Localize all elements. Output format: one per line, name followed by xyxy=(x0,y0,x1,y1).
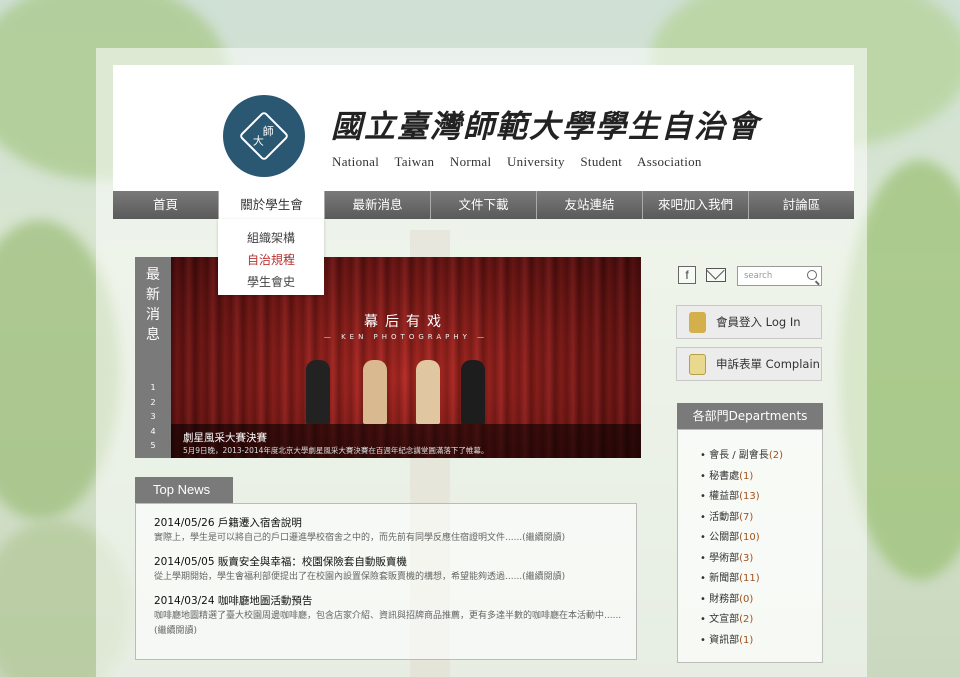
performer-figure xyxy=(461,360,485,424)
nav-item-about[interactable]: 關於學生會 xyxy=(218,191,324,219)
department-item[interactable]: • 權益部(13) xyxy=(700,487,822,508)
news-headline[interactable]: 2014/05/05 販賣安全與幸福：校園保險套自動販賣機 xyxy=(154,555,636,570)
site-title-chinese: 國立臺灣師範大學學生自治會 xyxy=(331,109,760,145)
slide-caption: 劇星風采大賽決賽 5月9日晚，2013-2014年度北京大學劇星風采大賽決賽在百… xyxy=(171,424,641,458)
nav-item-news[interactable]: 最新消息 xyxy=(324,191,430,219)
department-item[interactable]: • 秘書處(1) xyxy=(700,467,822,488)
slide-image-title: 幕后有戏 xyxy=(364,314,448,330)
search-input[interactable]: search xyxy=(737,266,822,286)
department-item[interactable]: • 活動部(7) xyxy=(700,508,822,529)
complain-label: 申訴表單 Complain xyxy=(716,357,820,371)
search-icon[interactable] xyxy=(807,270,817,280)
news-headline[interactable]: 2014/05/26 戶籍遷入宿舍說明 xyxy=(154,516,636,531)
document-icon xyxy=(689,353,706,375)
slider-page-4[interactable]: 4 xyxy=(135,425,171,440)
login-button[interactable]: 會員登入 Log In xyxy=(676,305,822,339)
slider-page-3[interactable]: 3 xyxy=(135,410,171,425)
facebook-icon[interactable]: f xyxy=(678,266,696,284)
dropdown-item-history[interactable]: 學生會史 xyxy=(218,271,324,293)
news-summary: 實際上，學生是可以將自己的戶口遷進學校宿舍之中的，而先前有同學反應住宿證明文件.… xyxy=(154,533,566,543)
page: 師 大 國立臺灣師範大學學生自治會 National Taiwan Normal… xyxy=(113,65,854,677)
site-header: 師 大 國立臺灣師範大學學生自治會 National Taiwan Normal… xyxy=(113,65,854,191)
department-item[interactable]: • 文宣部(2) xyxy=(700,610,822,631)
slide-caption-title[interactable]: 劇星風采大賽決賽 xyxy=(183,430,267,445)
news-item: 2014/05/26 戶籍遷入宿舍說明 實際上，學生是可以將自己的戶口遷進學校宿… xyxy=(154,516,636,546)
performer-figure xyxy=(363,360,387,424)
nav-item-join[interactable]: 來吧加入我們 xyxy=(642,191,748,219)
slider-pagination: 1 2 3 4 5 xyxy=(135,381,171,454)
news-summary: 從上學期開始，學生會福利部便提出了在校園內設置保險套販賣機的構想，希望能夠透過.… xyxy=(154,572,566,582)
top-news-list: 2014/05/26 戶籍遷入宿舍說明 實際上，學生是可以將自己的戶口遷進學校宿… xyxy=(135,503,637,660)
nav-item-forum[interactable]: 討論區 xyxy=(748,191,854,219)
university-logo[interactable]: 師 大 xyxy=(223,95,305,177)
nav-item-downloads[interactable]: 文件下載 xyxy=(430,191,536,219)
slider-page-2[interactable]: 2 xyxy=(135,396,171,411)
logo-text-bottom: 大 xyxy=(252,134,264,148)
dropdown-item-organization[interactable]: 組織架構 xyxy=(218,227,324,249)
lock-icon xyxy=(689,311,706,333)
news-slider: 最 新 消 息 1 2 3 4 5 幕后有戏 — KEN PHOTOGRAPHY… xyxy=(135,257,641,458)
mail-icon[interactable] xyxy=(706,268,726,282)
department-item[interactable]: • 公關部(10) xyxy=(700,528,822,549)
main-nav: 首頁 關於學生會 最新消息 文件下載 友站連結 來吧加入我們 討論區 xyxy=(113,191,854,219)
news-headline[interactable]: 2014/03/24 咖啡廳地圖活動預告 xyxy=(154,594,636,609)
slider-page-5[interactable]: 5 xyxy=(135,439,171,454)
login-label: 會員登入 Log In xyxy=(716,315,801,329)
department-item[interactable]: • 資訊部(1) xyxy=(700,631,822,652)
department-item[interactable]: • 學術部(3) xyxy=(700,549,822,570)
performer-figure xyxy=(416,360,440,424)
slide-image-subtitle: — KEN PHOTOGRAPHY — xyxy=(323,333,489,341)
news-summary: 咖啡廳地圖精選了臺大校園周邊咖啡廳，包含店家介紹、資訊與招牌商品推薦，更有多達半… xyxy=(154,611,622,636)
slider-page-1[interactable]: 1 xyxy=(135,381,171,396)
site-title-english: National Taiwan Normal University Studen… xyxy=(332,154,702,169)
nav-item-links[interactable]: 友站連結 xyxy=(536,191,642,219)
social-icons: f xyxy=(678,265,726,285)
department-item[interactable]: • 財務部(0) xyxy=(700,590,822,611)
slide-caption-text: 5月9日晚，2013-2014年度北京大學劇星風采大賽決賽在百週年紀念講堂圓滿落… xyxy=(183,446,489,455)
departments-list: • 會長 / 副會長(2) • 秘書處(1) • 權益部(13) • 活動部(7… xyxy=(677,429,823,663)
top-news-tab: Top News xyxy=(135,477,233,503)
departments-heading: 各部門Departments xyxy=(677,403,823,429)
department-item[interactable]: • 會長 / 副會長(2) xyxy=(700,446,822,467)
nav-item-home[interactable]: 首頁 xyxy=(113,191,218,219)
search-placeholder: search xyxy=(744,271,773,281)
hand-cursor-icon: ☝ xyxy=(285,251,293,265)
dropdown-item-charter[interactable]: 自治規程 xyxy=(218,249,324,271)
performer-figure xyxy=(306,360,330,424)
complain-button[interactable]: 申訴表單 Complain xyxy=(676,347,822,381)
slider-side-title: 最 新 消 息 xyxy=(146,267,160,343)
news-item: 2014/05/05 販賣安全與幸福：校園保險套自動販賣機 從上學期開始，學生會… xyxy=(154,555,636,585)
about-dropdown-menu: 組織架構 自治規程 學生會史 xyxy=(218,219,324,295)
news-item: 2014/03/24 咖啡廳地圖活動預告 咖啡廳地圖精選了臺大校園周邊咖啡廳，包… xyxy=(154,594,636,639)
slider-side-panel: 最 新 消 息 1 2 3 4 5 xyxy=(135,257,171,458)
department-item[interactable]: • 新聞部(11) xyxy=(700,569,822,590)
